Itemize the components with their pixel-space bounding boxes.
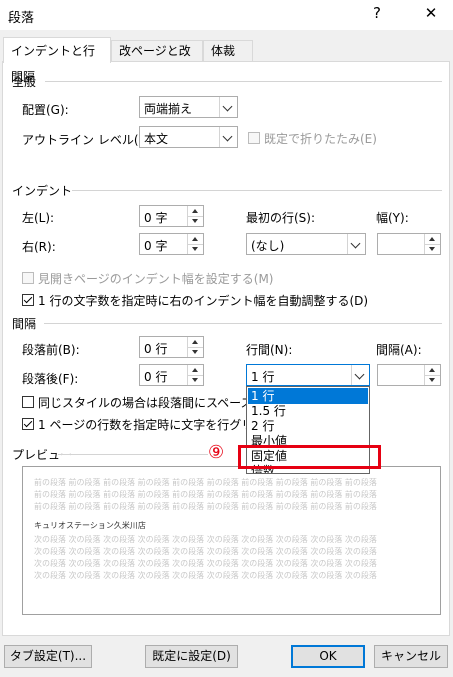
spin-down-icon[interactable] xyxy=(424,375,440,385)
annotation-marker: ⑨ xyxy=(208,442,225,463)
first-line-label: 最初の行(S): xyxy=(246,211,316,225)
set-default-button[interactable]: 既定に設定(D) xyxy=(145,645,238,668)
spacing-divider xyxy=(44,323,442,324)
collapsed-label: 既定で折りたたみ(E) xyxy=(264,132,377,146)
width-stepper[interactable] xyxy=(377,233,441,255)
preview-next-line-1: 次の段落 次の段落 次の段落 次の段落 次の段落 次の段落 次の段落 次の段落 … xyxy=(34,535,377,544)
alignment-select[interactable]: 両端揃え xyxy=(139,96,238,118)
space-after-stepper[interactable]: 0 行 xyxy=(139,364,204,386)
preview-prev-line-3: 前の段落 前の段落 前の段落 前の段落 前の段落 前の段落 前の段落 前の段落 … xyxy=(34,502,377,511)
annotation-highlight-box xyxy=(238,445,381,469)
spin-down-icon[interactable] xyxy=(187,347,203,357)
chevron-down-icon xyxy=(347,234,365,254)
mirror-indents-label: 見開きページのインデント幅を設定する(M) xyxy=(38,272,274,286)
spin-down-icon[interactable] xyxy=(187,216,203,226)
right-indent-stepper[interactable]: 0 字 xyxy=(139,233,204,255)
same-style-checkbox[interactable] xyxy=(22,396,34,408)
indent-heading: インデント xyxy=(12,184,73,198)
left-indent-value: 0 字 xyxy=(144,211,168,225)
outline-level-value: 本文 xyxy=(144,132,169,146)
right-indent-label: 右(R): xyxy=(22,240,56,254)
tab-asian-typography[interactable]: 体裁 xyxy=(203,40,253,61)
spin-down-icon[interactable] xyxy=(187,375,203,385)
outline-level-select[interactable]: 本文 xyxy=(139,126,238,148)
preview-current-text: キュリオステーション久米川店 xyxy=(34,521,146,530)
tabs-button[interactable]: タブ設定(T)... xyxy=(4,645,92,668)
right-indent-value: 0 字 xyxy=(144,239,168,253)
collapsed-checkbox[interactable] xyxy=(248,132,260,144)
outline-level-label: アウトライン レベル(O): xyxy=(22,133,157,147)
chevron-down-icon xyxy=(351,365,369,385)
ok-button[interactable]: OK xyxy=(291,645,365,668)
mirror-indents-checkbox[interactable] xyxy=(22,272,34,284)
alignment-label: 配置(G): xyxy=(22,103,69,117)
left-indent-stepper[interactable]: 0 字 xyxy=(139,205,204,227)
width-label: 幅(Y): xyxy=(376,211,409,225)
dialog-title: 段落 xyxy=(8,11,35,26)
preview-next-line-2: 次の段落 次の段落 次の段落 次の段落 次の段落 次の段落 次の段落 次の段落 … xyxy=(34,547,377,556)
tab-line-page-breaks[interactable]: 改ページと改行 xyxy=(111,40,203,79)
preview-next-line-3: 次の段落 次の段落 次の段落 次の段落 次の段落 次の段落 次の段落 次の段落 … xyxy=(34,559,377,568)
space-before-stepper[interactable]: 0 行 xyxy=(139,336,204,358)
chevron-down-icon xyxy=(219,127,237,147)
title-bar: 段落 ? ✕ xyxy=(0,0,453,30)
close-button[interactable]: ✕ xyxy=(420,4,442,22)
space-after-label: 段落後(F): xyxy=(22,372,79,386)
tab-indents-spacing[interactable]: インデントと行間隔 xyxy=(3,37,111,84)
preview-divider xyxy=(58,454,208,455)
cancel-button[interactable]: キャンセル xyxy=(374,645,448,668)
line-spacing-value: 1 行 xyxy=(251,370,275,384)
line-spacing-option-1-5[interactable]: 1.5 行 xyxy=(248,403,368,419)
first-line-select[interactable]: (なし) xyxy=(246,233,366,255)
spin-down-icon[interactable] xyxy=(424,244,440,254)
line-spacing-select[interactable]: 1 行 xyxy=(246,364,370,386)
preview-prev-line-2: 前の段落 前の段落 前の段落 前の段落 前の段落 前の段落 前の段落 前の段落 … xyxy=(34,490,377,499)
space-before-label: 段落前(B): xyxy=(22,343,80,357)
space-after-value: 0 行 xyxy=(144,370,168,384)
auto-adjust-checkbox[interactable] xyxy=(22,294,34,306)
preview-next-line-4: 次の段落 次の段落 次の段落 次の段落 次の段落 次の段落 次の段落 次の段落 … xyxy=(34,571,377,580)
spacing-at-stepper[interactable] xyxy=(377,364,441,386)
spin-down-icon[interactable] xyxy=(187,244,203,254)
paragraph-dialog: 段落 ? ✕ インデントと行間隔 改ページと改行 体裁 全般 配置(G): 両端… xyxy=(0,0,453,677)
general-divider xyxy=(45,81,442,82)
left-indent-label: 左(L): xyxy=(22,211,55,225)
spacing-heading: 間隔 xyxy=(12,317,37,331)
space-before-value: 0 行 xyxy=(144,342,168,356)
indent-divider xyxy=(72,190,442,191)
chevron-down-icon xyxy=(219,97,237,117)
line-spacing-option-double[interactable]: 2 行 xyxy=(248,418,368,434)
help-button[interactable]: ? xyxy=(366,4,388,22)
line-spacing-option-single[interactable]: 1 行 xyxy=(248,388,368,404)
first-line-value: (なし) xyxy=(251,239,285,253)
line-spacing-label: 行間(N): xyxy=(246,343,293,357)
snap-to-grid-checkbox[interactable] xyxy=(22,418,34,430)
alignment-value: 両端揃え xyxy=(144,102,193,116)
auto-adjust-label: 1 行の文字数を指定時に右のインデント幅を自動調整する(D) xyxy=(38,294,369,308)
preview-prev-line-1: 前の段落 前の段落 前の段落 前の段落 前の段落 前の段落 前の段落 前の段落 … xyxy=(34,478,377,487)
spacing-at-label: 間隔(A): xyxy=(376,343,422,357)
